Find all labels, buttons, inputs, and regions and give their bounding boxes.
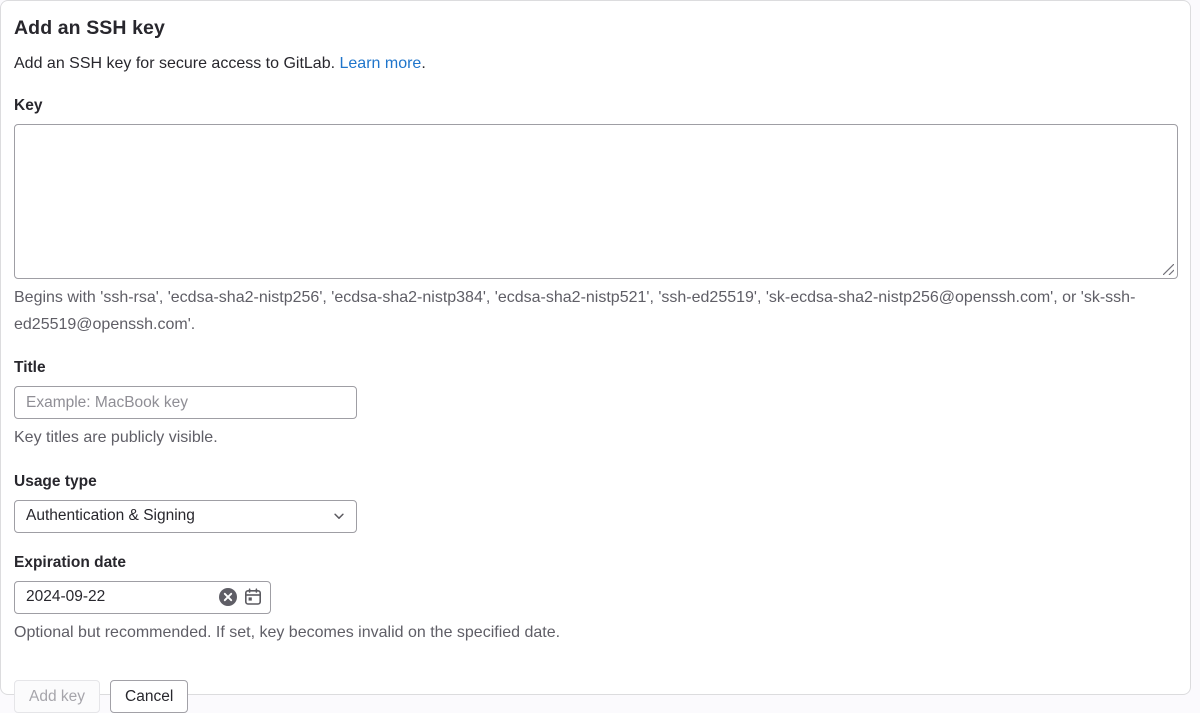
add-key-button[interactable]: Add key (14, 680, 100, 713)
learn-more-link[interactable]: Learn more (340, 55, 422, 72)
form-actions: Add key Cancel (14, 680, 1177, 713)
cancel-button[interactable]: Cancel (110, 680, 188, 713)
date-input-icons (218, 581, 262, 614)
clear-circle-x-icon (218, 587, 238, 607)
page-description: Add an SSH key for secure access to GitL… (14, 53, 1177, 75)
calendar-icon (244, 588, 262, 606)
title-field-group: Title Key titles are publicly visible. (14, 359, 1177, 451)
key-help-text: Begins with 'ssh-rsa', 'ecdsa-sha2-nistp… (14, 285, 1177, 338)
key-label: Key (14, 97, 1177, 115)
key-input[interactable] (14, 124, 1178, 279)
page-title: Add an SSH key (14, 17, 1177, 40)
key-field-group: Key Begins with 'ssh-rsa', 'ecdsa-sha2-n… (14, 97, 1177, 338)
title-input[interactable] (14, 386, 357, 419)
expiration-help-text: Optional but recommended. If set, key be… (14, 620, 1177, 646)
description-text: Add an SSH key for secure access to GitL… (14, 55, 335, 72)
usage-type-selected-value: Authentication & Signing (26, 507, 195, 525)
description-period: . (421, 55, 425, 72)
title-label: Title (14, 359, 1177, 377)
add-ssh-key-card: Add an SSH key Add an SSH key for secure… (0, 0, 1191, 695)
expiration-date-label: Expiration date (14, 554, 1177, 572)
expiration-date-wrap (14, 581, 271, 614)
usage-type-select[interactable]: Authentication & Signing (14, 500, 357, 533)
expiration-field-group: Expiration date (14, 554, 1177, 646)
title-help-text: Key titles are publicly visible. (14, 425, 1177, 451)
key-textarea-wrap (14, 124, 1177, 279)
calendar-picker-button[interactable] (244, 588, 262, 606)
usage-type-label: Usage type (14, 473, 1177, 491)
clear-date-button[interactable] (218, 587, 238, 607)
chevron-down-icon (332, 509, 346, 523)
usage-type-field-group: Usage type Authentication & Signing (14, 473, 1177, 533)
